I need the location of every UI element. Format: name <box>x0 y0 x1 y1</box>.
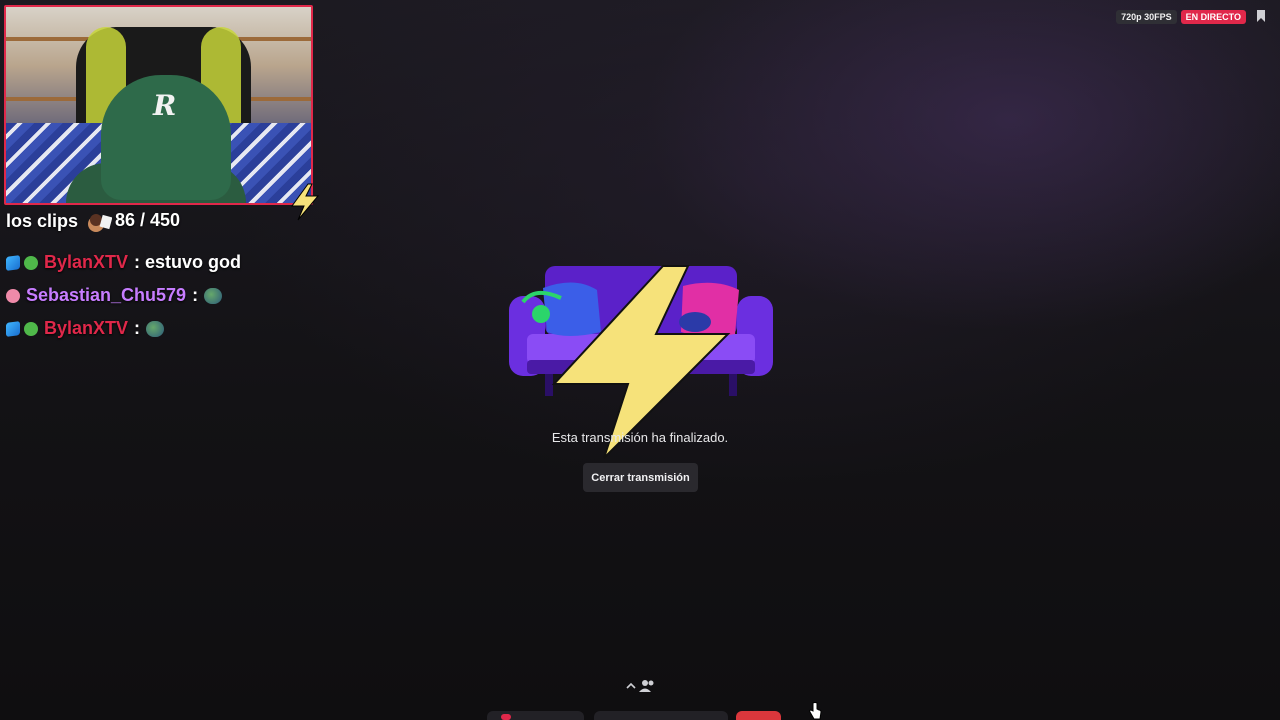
live-badge: EN DIRECTO <box>1180 10 1246 24</box>
call-controls-bar <box>0 710 1280 720</box>
brain-badge-icon <box>6 288 20 303</box>
chat-overlay: BylanXTV : estuvo god Sebastian_Chu579 :… <box>6 246 247 345</box>
chat-username: Sebastian_Chu579 <box>26 285 187 305</box>
clips-goal-label: los clips <box>6 211 79 231</box>
frog-badge-icon <box>24 255 38 270</box>
chat-message: Sebastian_Chu579 : <box>6 279 247 312</box>
chat-username: BylanXTV <box>44 318 129 338</box>
quality-badge: 720p 30FPS <box>1116 10 1177 24</box>
avatar-emote-icon <box>88 214 112 232</box>
bookmark-icon[interactable] <box>1256 10 1266 22</box>
screen-share-control[interactable] <box>594 711 728 720</box>
chevron-up-icon <box>625 682 636 689</box>
stream-status-chips: 720p 30FPS EN DIRECTO <box>1116 10 1246 24</box>
webcam-overlay: R <box>4 5 313 205</box>
chat-message: BylanXTV : estuvo god <box>6 246 247 279</box>
chat-text: : <box>134 318 141 338</box>
close-stream-button[interactable]: Cerrar transmisión <box>583 463 698 492</box>
people-icon <box>638 680 653 692</box>
chat-message: BylanXTV : <box>6 312 247 345</box>
hand-cursor-icon <box>809 702 822 720</box>
cube-badge-icon <box>6 254 20 271</box>
end-call-button[interactable] <box>736 711 781 720</box>
emote-icon <box>146 320 165 337</box>
chat-username: BylanXTV <box>44 252 129 272</box>
lightning-logo-icon <box>291 183 320 221</box>
stream-ended-message: Esta transmisión ha finalizado. <box>551 430 729 445</box>
clips-goal-count: 86 / 450 <box>115 210 181 230</box>
emote-icon <box>204 287 223 304</box>
chat-text: : estuvo god <box>134 252 242 272</box>
participants-toggle[interactable] <box>620 676 660 696</box>
cube-badge-icon <box>6 320 20 337</box>
chat-text: : <box>192 285 199 305</box>
frog-badge-icon <box>24 321 38 336</box>
microphone-control[interactable] <box>487 711 584 720</box>
